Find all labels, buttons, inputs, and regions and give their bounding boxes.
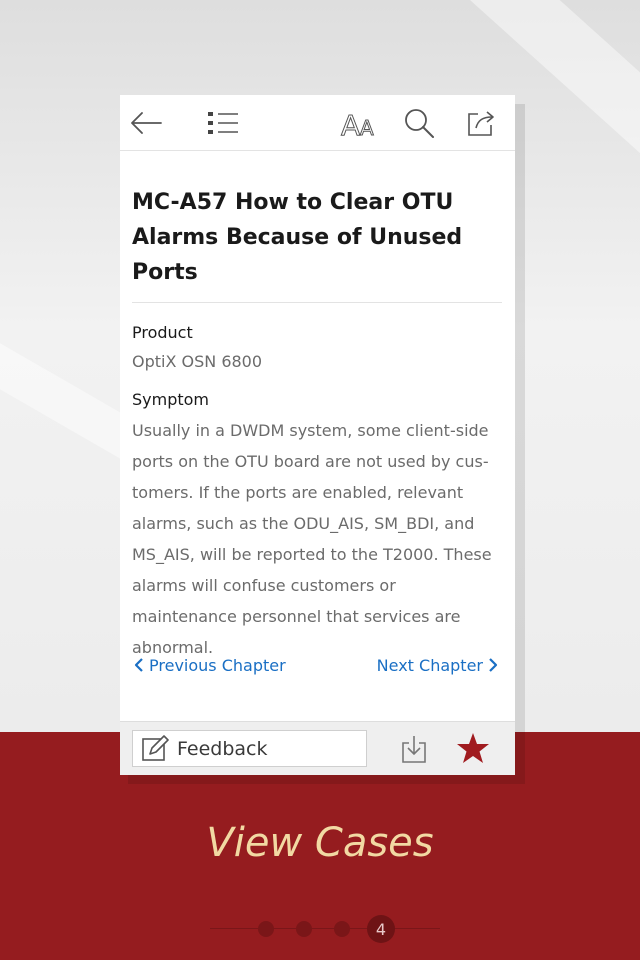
next-chapter-label: Next Chapter: [376, 655, 483, 675]
page-dot-2[interactable]: [296, 921, 312, 937]
download-icon[interactable]: [400, 734, 428, 764]
svg-text:A: A: [360, 116, 374, 138]
svg-text:A: A: [341, 109, 360, 138]
search-icon[interactable]: [401, 105, 437, 141]
feedback-button[interactable]: Feedback: [132, 730, 367, 767]
promo-caption: View Cases: [206, 820, 434, 866]
symptom-heading: Symptom: [132, 390, 210, 409]
previous-chapter-label: Previous Chapter: [149, 655, 286, 675]
page-indicator: 4: [0, 912, 640, 946]
chevron-left-icon: [134, 658, 143, 672]
star-icon[interactable]: [456, 731, 490, 765]
feedback-label: Feedback: [177, 737, 268, 760]
chapter-navigation: Previous Chapter Next Chapter: [134, 650, 498, 680]
bottom-bar: Feedback: [120, 721, 515, 775]
article: MC-A57 How to Clear OTU Alarms Because o…: [132, 185, 502, 663]
previous-chapter-link[interactable]: Previous Chapter: [134, 656, 286, 675]
edit-icon: [142, 734, 169, 761]
reader-screen: A A MC-A57 How to Clear OTU Alarms Becau…: [120, 95, 515, 775]
product-heading: Product: [132, 323, 193, 342]
share-icon[interactable]: [463, 105, 499, 141]
page-dot-1[interactable]: [258, 921, 274, 937]
product-value: OptiX OSN 6800: [132, 352, 263, 371]
pager-line: [210, 928, 440, 929]
list-icon[interactable]: [205, 105, 241, 141]
back-arrow-icon[interactable]: [128, 105, 164, 141]
page-title: MC-A57 How to Clear OTU Alarms Because o…: [132, 185, 502, 303]
toolbar: A A: [120, 95, 515, 151]
page-dot-active[interactable]: 4: [367, 915, 395, 943]
next-chapter-link[interactable]: Next Chapter: [377, 656, 498, 675]
symptom-text: Usually in a DWDM system, some client-si…: [132, 421, 492, 657]
page-dot-3[interactable]: [334, 921, 350, 937]
chevron-right-icon: [489, 658, 498, 672]
font-size-icon[interactable]: A A: [340, 105, 380, 141]
